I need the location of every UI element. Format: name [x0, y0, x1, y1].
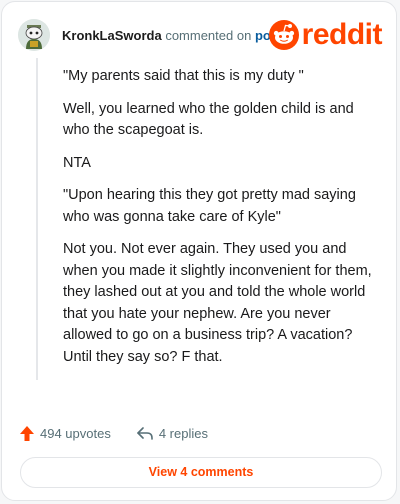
- reddit-logo: reddit: [268, 18, 383, 52]
- thread-line: [36, 58, 38, 380]
- replies-button[interactable]: 4 replies: [137, 426, 208, 441]
- avatar[interactable]: [18, 19, 50, 51]
- snoo-avatar-icon: [18, 19, 50, 51]
- upvote-button[interactable]: 494 upvotes: [20, 425, 111, 441]
- comment-header: KronkLaSworda commented on post reddit: [18, 16, 383, 56]
- comment-body: "My parents said that this is my duty " …: [63, 66, 381, 379]
- comment-footer: 494 upvotes 4 replies: [20, 422, 208, 444]
- reply-arrow-icon: [137, 426, 153, 440]
- comment-paragraph: "Upon hearing this they got pretty mad s…: [63, 187, 356, 225]
- view-comments-button[interactable]: View 4 comments: [20, 457, 382, 488]
- upvote-arrow-icon: [20, 425, 34, 441]
- reddit-wordmark: reddit: [301, 18, 383, 51]
- commented-on-text: commented on: [165, 28, 252, 43]
- comment-paragraph: NTA: [63, 154, 91, 171]
- comment-paragraph: Well, you learned who the golden child i…: [63, 100, 354, 139]
- reddit-snoo-icon: [268, 20, 299, 50]
- comment-card: KronkLaSworda commented on post reddit "…: [1, 1, 397, 501]
- comment-paragraph: "My parents said that this is my duty ": [63, 68, 304, 84]
- comment-paragraph: Not you. Not ever again. They used you a…: [63, 241, 372, 365]
- username-link[interactable]: KronkLaSworda: [62, 28, 162, 43]
- upvote-count: 494 upvotes: [40, 425, 111, 441]
- reply-count: 4 replies: [158, 425, 208, 441]
- comment-meta: KronkLaSworda commented on post: [62, 28, 282, 43]
